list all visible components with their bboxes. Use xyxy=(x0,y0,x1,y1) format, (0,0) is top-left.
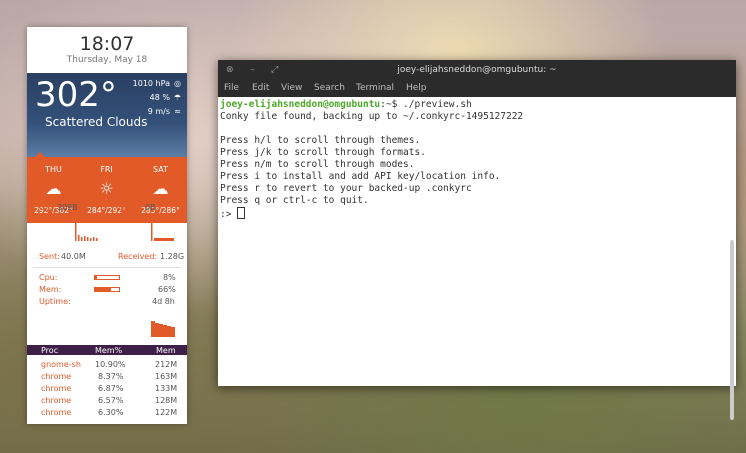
proc-name: gnome-sh xyxy=(41,360,81,369)
uptime-label: Uptime: xyxy=(39,297,71,306)
cpu-graph xyxy=(151,321,175,337)
prompt-user: joey-elijahsneddon@omgubuntu xyxy=(220,99,381,110)
output-line: Press q or ctrl-c to quit. xyxy=(220,195,369,206)
mem-col-header: Mem xyxy=(156,346,176,355)
net-up-value: 309B xyxy=(57,203,78,212)
weather-condition: Scattered Clouds xyxy=(45,115,148,129)
proc-name: chrome xyxy=(41,408,72,417)
output-line: Press r to revert to your backed-up .con… xyxy=(220,183,472,194)
proc-mempct: 6.57% xyxy=(98,396,124,405)
net-sent-value: 40.0M xyxy=(61,252,86,261)
uptime-value: 4d 8h xyxy=(152,297,175,306)
output-line: Press j/k to scroll through formats. xyxy=(220,147,426,158)
proc-mem: 122M xyxy=(155,408,178,417)
cpu-label: Cpu: xyxy=(39,273,58,282)
upload-graph xyxy=(75,221,98,241)
clock-date: Thursday, May 18 xyxy=(66,55,148,65)
weather-stats: 1010 hPa ◎ 48 % ☂ 9 m/s ≈ xyxy=(133,77,181,119)
mem-label: Mem: xyxy=(39,285,62,294)
weather-current: 302° 1010 hPa ◎ 48 % ☂ 9 m/s ≈ Scattered Cl… xyxy=(27,73,187,223)
cloud-rain-icon: ☁ xyxy=(152,179,169,198)
download-graph xyxy=(151,221,174,241)
mem-value: 66% xyxy=(158,285,176,294)
proc-mempct: 6.30% xyxy=(98,408,124,417)
humidity-value: 48 % xyxy=(149,93,170,102)
table-row: chrome 6.87% 133M xyxy=(27,384,187,396)
table-row: chrome 8.37% 163M xyxy=(27,372,187,384)
output-line: Press i to install and add API key/locat… xyxy=(220,171,501,182)
table-row: gnome-sh 10.90% 212M xyxy=(27,360,187,372)
menu-bar: File Edit View Search Terminal Help xyxy=(218,80,736,97)
proc-mempct: 6.87% xyxy=(98,384,124,393)
menu-search[interactable]: Search xyxy=(314,83,345,93)
net-up-label: Up: xyxy=(39,203,53,212)
terminal-output[interactable]: joey-elijahsneddon@omgubuntu:~$ ./previe… xyxy=(218,97,736,420)
pressure-value: 1010 hPa xyxy=(132,79,170,88)
window-titlebar[interactable]: ⊗ – ⤢ joey-elijahsneddon@omgubuntu: ~ xyxy=(218,60,736,80)
menu-view[interactable]: View xyxy=(281,83,302,93)
proc-name: chrome xyxy=(41,384,72,393)
pressure-icon: ◎ xyxy=(174,79,181,88)
menu-terminal[interactable]: Terminal xyxy=(356,83,394,93)
net-down-value: 0B xyxy=(145,203,156,212)
cpu-bar xyxy=(94,275,120,280)
net-received-value: 1.28G xyxy=(160,252,185,261)
proc-mem: 133M xyxy=(155,384,178,393)
humidity-icon: ☂ xyxy=(173,93,181,102)
sun-cloud-icon: ☼ xyxy=(99,179,114,198)
cpu-value: 8% xyxy=(163,273,176,282)
forecast-day-name: THU xyxy=(45,165,62,174)
output-line: Press h/l to scroll through themes. xyxy=(220,135,421,146)
net-sent-label: Sent: xyxy=(39,252,60,261)
net-down-label: Down: xyxy=(118,203,144,212)
input-line[interactable]: :> xyxy=(220,207,246,221)
proc-mempct: 8.37% xyxy=(98,372,124,381)
prompt-line: joey-elijahsneddon@omgubuntu:~$ ./previe… xyxy=(220,99,472,111)
forecast-day-name: FRI xyxy=(100,165,113,174)
clock-time: 18:07 xyxy=(79,33,135,55)
menu-file[interactable]: File xyxy=(224,83,239,93)
proc-col-header: Proc xyxy=(41,346,59,355)
table-row: chrome 6.30% 122M xyxy=(27,408,187,420)
proc-name: chrome xyxy=(41,396,72,405)
proc-mem: 212M xyxy=(155,360,178,369)
forecast-day-name: SAT xyxy=(153,165,168,174)
divider xyxy=(33,267,181,268)
wind-icon: ≈ xyxy=(174,107,181,116)
process-table-header: Proc Mem% Mem xyxy=(27,345,187,355)
process-table: gnome-sh 10.90% 212M chrome 8.37% 163M c… xyxy=(27,360,187,420)
scrollbar[interactable] xyxy=(730,240,734,420)
table-row: chrome 6.57% 128M xyxy=(27,396,187,408)
forecast: THU ☁ 292°/302° FRI ☼ 284°/292° SAT ☁ 28… xyxy=(27,152,187,223)
clock: 18:07 Thursday, May 18 xyxy=(27,27,187,73)
proc-name: chrome xyxy=(41,372,72,381)
menu-help[interactable]: Help xyxy=(406,83,427,93)
output-line: Conky file found, backing up to ~/.conky… xyxy=(220,111,524,122)
output-line: Press n/m to scroll through modes. xyxy=(220,159,415,170)
temperature: 302° xyxy=(35,75,117,115)
proc-mempct: 10.90% xyxy=(95,360,126,369)
prompt-command: :~$ ./preview.sh xyxy=(380,99,472,110)
menu-edit[interactable]: Edit xyxy=(252,83,269,93)
input-prompt: :> xyxy=(220,209,238,220)
net-received-label: Received: xyxy=(118,252,158,261)
window-title: joey-elijahsneddon@omgubuntu: ~ xyxy=(397,65,557,75)
mem-bar xyxy=(94,287,120,292)
terminal-window: ⊗ – ⤢ joey-elijahsneddon@omgubuntu: ~ Fi… xyxy=(218,60,736,420)
cloud-rain-icon: ☁ xyxy=(45,179,62,198)
text-cursor xyxy=(237,207,246,219)
proc-mem: 128M xyxy=(155,396,178,405)
conky-panel: 18:07 Thursday, May 18 302° 1010 hPa ◎ 48… xyxy=(27,27,187,424)
wind-value: 9 m/s xyxy=(147,107,170,116)
proc-mem: 163M xyxy=(155,372,178,381)
mempct-col-header: Mem% xyxy=(95,346,123,355)
